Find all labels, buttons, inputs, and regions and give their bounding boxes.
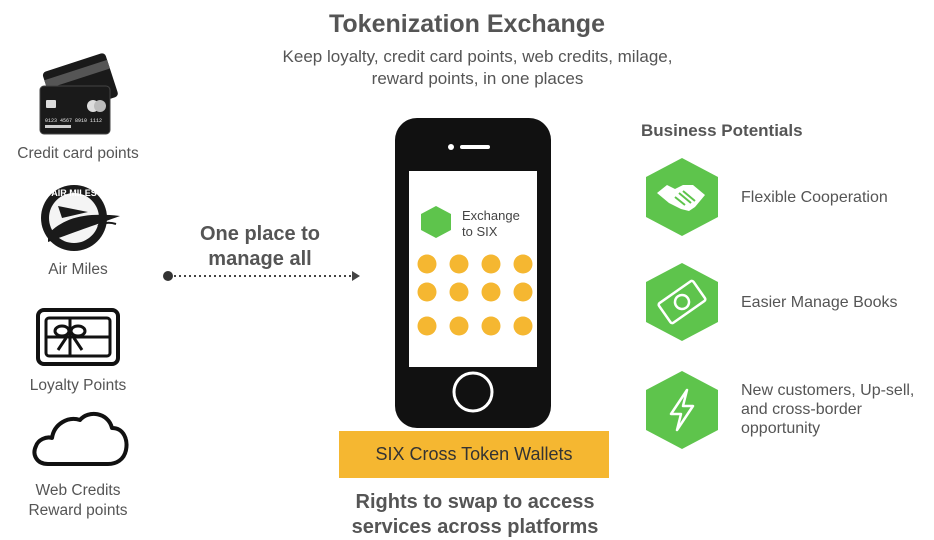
wallet-banner: SIX Cross Token Wallets (339, 431, 609, 478)
business-title: Business Potentials (641, 121, 803, 140)
app-grid (417, 254, 533, 336)
manage-all-caption: One place to manage all (185, 222, 335, 272)
web-credits-line-1: Web Credits (35, 482, 121, 499)
credit-card-icon: 0123 4567 8910 1112 (39, 53, 118, 135)
exchange-hexagon-icon (421, 206, 451, 238)
source-label-credit-card: Credit card points (17, 145, 139, 162)
rights-line-1: Rights to swap to access (355, 491, 595, 513)
business-item-1-label: Flexible Cooperation (741, 189, 888, 206)
app-dot (417, 254, 437, 274)
page-subtitle: Keep loyalty, credit card points, web cr… (240, 46, 715, 90)
business-item-2-label: Easier Manage Books (741, 294, 898, 311)
app-dot (481, 316, 501, 336)
money-icon (646, 263, 718, 341)
card-number: 0123 4567 8910 1112 (45, 118, 102, 124)
handshake-icon (646, 158, 718, 236)
business-item-3-line-3: opportunity (741, 420, 821, 437)
app-dot (513, 282, 533, 302)
cloud-icon (32, 411, 129, 466)
app-dot (449, 254, 469, 274)
source-label-air-miles: Air Miles (48, 261, 108, 278)
business-item-3-line-1: New customers, Up-sell, (741, 382, 915, 399)
rights-caption: Rights to swap to access services across… (290, 490, 660, 540)
app-dot (449, 316, 469, 336)
app-dot (417, 316, 437, 336)
app-dot (481, 254, 501, 274)
page-title: Tokenization Exchange (329, 10, 605, 38)
lightning-icon (646, 371, 718, 449)
gift-card-icon (36, 308, 120, 366)
exchange-line-1: Exchange (462, 208, 520, 223)
subtitle-line-2: reward points, in one places (371, 69, 584, 88)
web-credits-line-2: Reward points (28, 502, 128, 519)
business-item-3-line-2: and cross-border (741, 401, 862, 418)
air-miles-logo-text: AIR MILES (51, 188, 97, 198)
app-dot (513, 316, 533, 336)
manage-caption-line-1: One place to (199, 223, 321, 245)
app-dot (449, 282, 469, 302)
app-dot (417, 282, 437, 302)
rights-line-2: services across platforms (351, 516, 599, 538)
subtitle-line-1: Keep loyalty, credit card points, web cr… (282, 47, 673, 66)
dotted-arrow (163, 271, 360, 281)
exchange-label: Exchange to SIX (462, 208, 520, 240)
app-dot (513, 254, 533, 274)
air-miles-logo: AIR MILES (41, 185, 120, 251)
source-label-loyalty: Loyalty Points (29, 377, 127, 394)
business-item-3-label: New customers, Up-sell, and cross-border… (741, 381, 914, 438)
exchange-line-2: to SIX (462, 224, 498, 239)
source-label-web-credits: Web Credits Reward points (0, 481, 156, 521)
app-dot (481, 282, 501, 302)
